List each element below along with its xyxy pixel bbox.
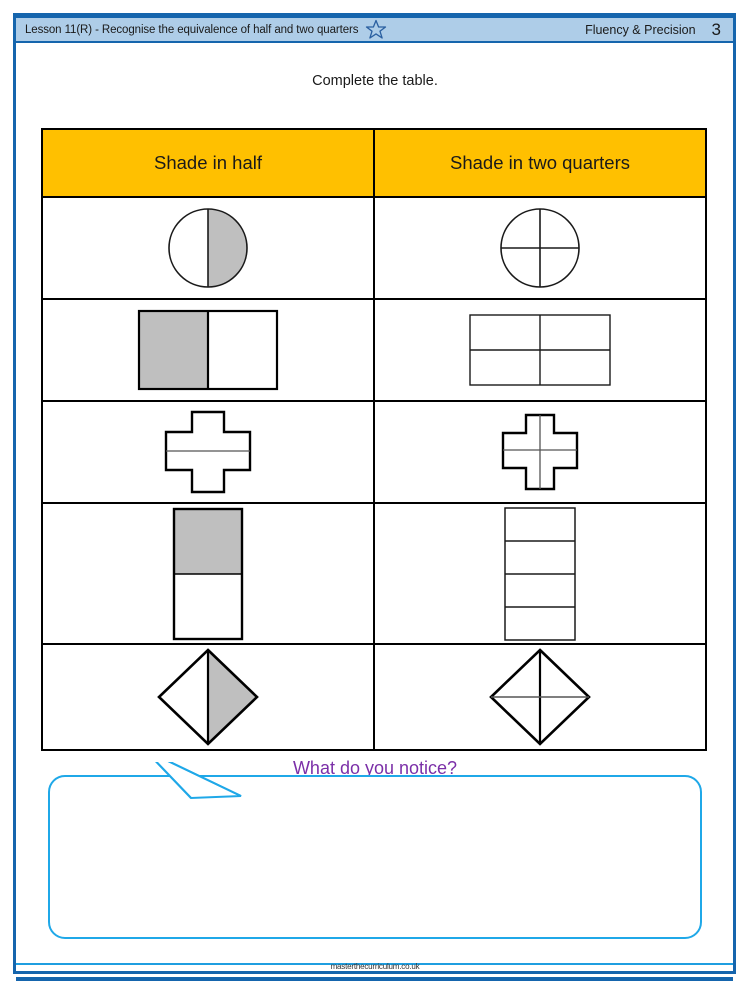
strand-label: Fluency & Precision [585, 22, 696, 37]
shape-rectangle-wide-quarters-blank [375, 314, 705, 386]
table-row [41, 196, 707, 300]
cell-quarters-rectangle-wide[interactable] [373, 298, 707, 402]
shading-table: Shade in half Shade in two quarters [41, 128, 707, 751]
table-row [41, 298, 707, 402]
column-header-shade-half: Shade in half [41, 128, 375, 198]
shape-rectangle-tall-quarters-blank [375, 506, 705, 641]
footer-credit: masterthecurriculum.co.uk [330, 962, 420, 971]
shape-rectangle-wide-half-shaded [43, 309, 373, 391]
column-header-shade-two-quarters: Shade in two quarters [373, 128, 707, 198]
page-number: 3 [711, 19, 721, 39]
cell-quarters-diamond[interactable] [373, 643, 707, 751]
cell-half-circle[interactable] [41, 196, 375, 300]
shape-cross-quarters-blank [375, 413, 705, 491]
table-header-row: Shade in half Shade in two quarters [41, 128, 707, 198]
cell-quarters-cross[interactable] [373, 400, 707, 504]
instruction-text: Complete the table. [312, 73, 438, 89]
cell-half-diamond[interactable] [41, 643, 375, 751]
shape-cross-half-blank [43, 410, 373, 494]
cell-quarters-rectangle-tall[interactable] [373, 502, 707, 645]
table-row [41, 643, 707, 751]
answer-speech-bubble[interactable] [41, 762, 709, 952]
shape-diamond-half-shaded [43, 647, 373, 747]
shape-diamond-quarters-blank [375, 647, 705, 747]
footer-rule-bottom [16, 977, 733, 981]
star-outline-icon [365, 19, 387, 40]
cell-half-rectangle-tall[interactable] [41, 502, 375, 645]
header-right-group: Fluency & Precision 3 [585, 20, 721, 40]
cell-half-rectangle-wide[interactable] [41, 298, 375, 402]
lesson-header-band: Lesson 11(R) - Recognise the equivalence… [16, 16, 733, 43]
shape-rectangle-tall-half-shaded [43, 507, 373, 641]
shape-circle-half-shaded [43, 207, 373, 289]
lesson-title: Lesson 11(R) - Recognise the equivalence… [25, 23, 359, 36]
cell-half-cross[interactable] [41, 400, 375, 504]
table-row [41, 400, 707, 504]
shape-circle-quarters-blank [375, 207, 705, 289]
cell-quarters-circle[interactable] [373, 196, 707, 300]
table-row [41, 502, 707, 645]
